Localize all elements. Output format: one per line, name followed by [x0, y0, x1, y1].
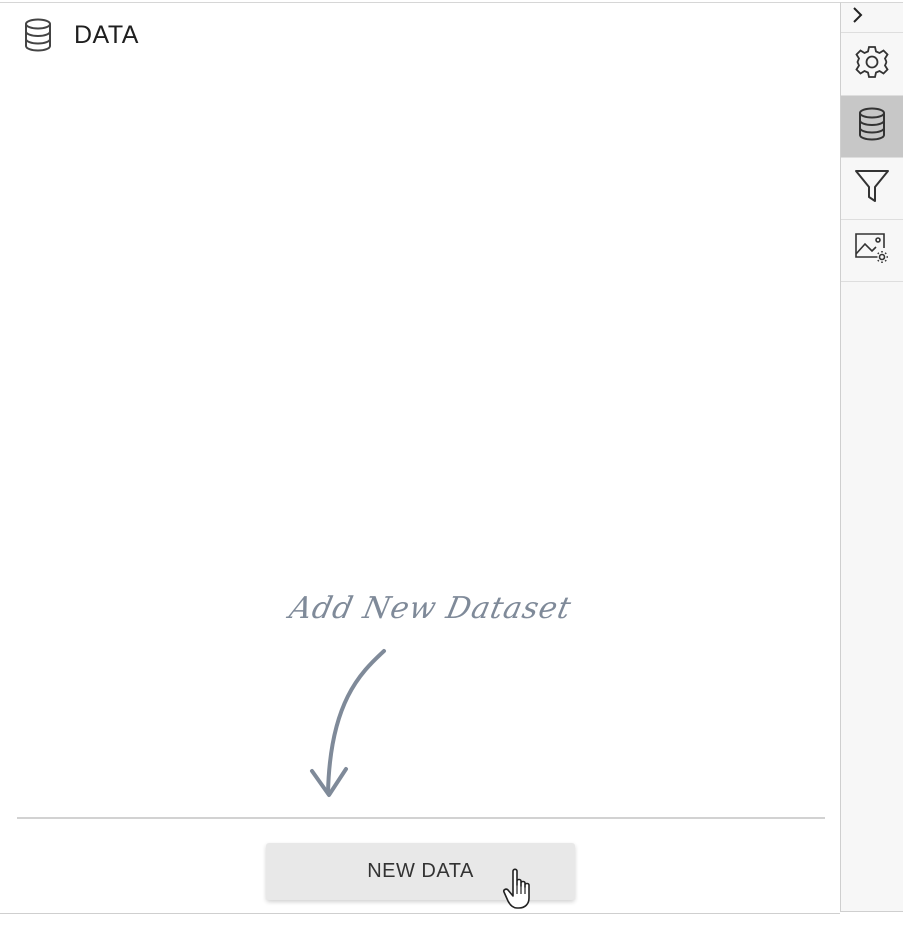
data-panel: DATA Add New Dataset NEW DATA: [0, 2, 840, 914]
add-dataset-hint: Add New Dataset: [286, 591, 574, 641]
panel-title: DATA: [74, 20, 139, 49]
hint-text: Add New Dataset: [286, 591, 575, 626]
gear-icon: [855, 45, 889, 84]
filter-icon: [854, 168, 890, 209]
database-icon: [22, 18, 54, 52]
tab-image-settings[interactable]: [841, 220, 903, 282]
tab-data[interactable]: [841, 96, 903, 158]
image-settings-icon: [854, 232, 890, 269]
chevron-right-icon: [851, 6, 865, 29]
collapse-button[interactable]: [841, 3, 903, 33]
app-frame: DATA Add New Dataset NEW DATA: [0, 0, 903, 925]
panel-header: DATA: [22, 17, 139, 53]
tab-filter[interactable]: [841, 158, 903, 220]
curved-arrow-down-icon: [300, 643, 400, 808]
right-sidebar: [840, 2, 903, 912]
tab-settings[interactable]: [841, 34, 903, 96]
footer-divider: [17, 817, 825, 819]
hand-cursor-icon: [502, 867, 536, 911]
database-icon: [857, 107, 887, 146]
